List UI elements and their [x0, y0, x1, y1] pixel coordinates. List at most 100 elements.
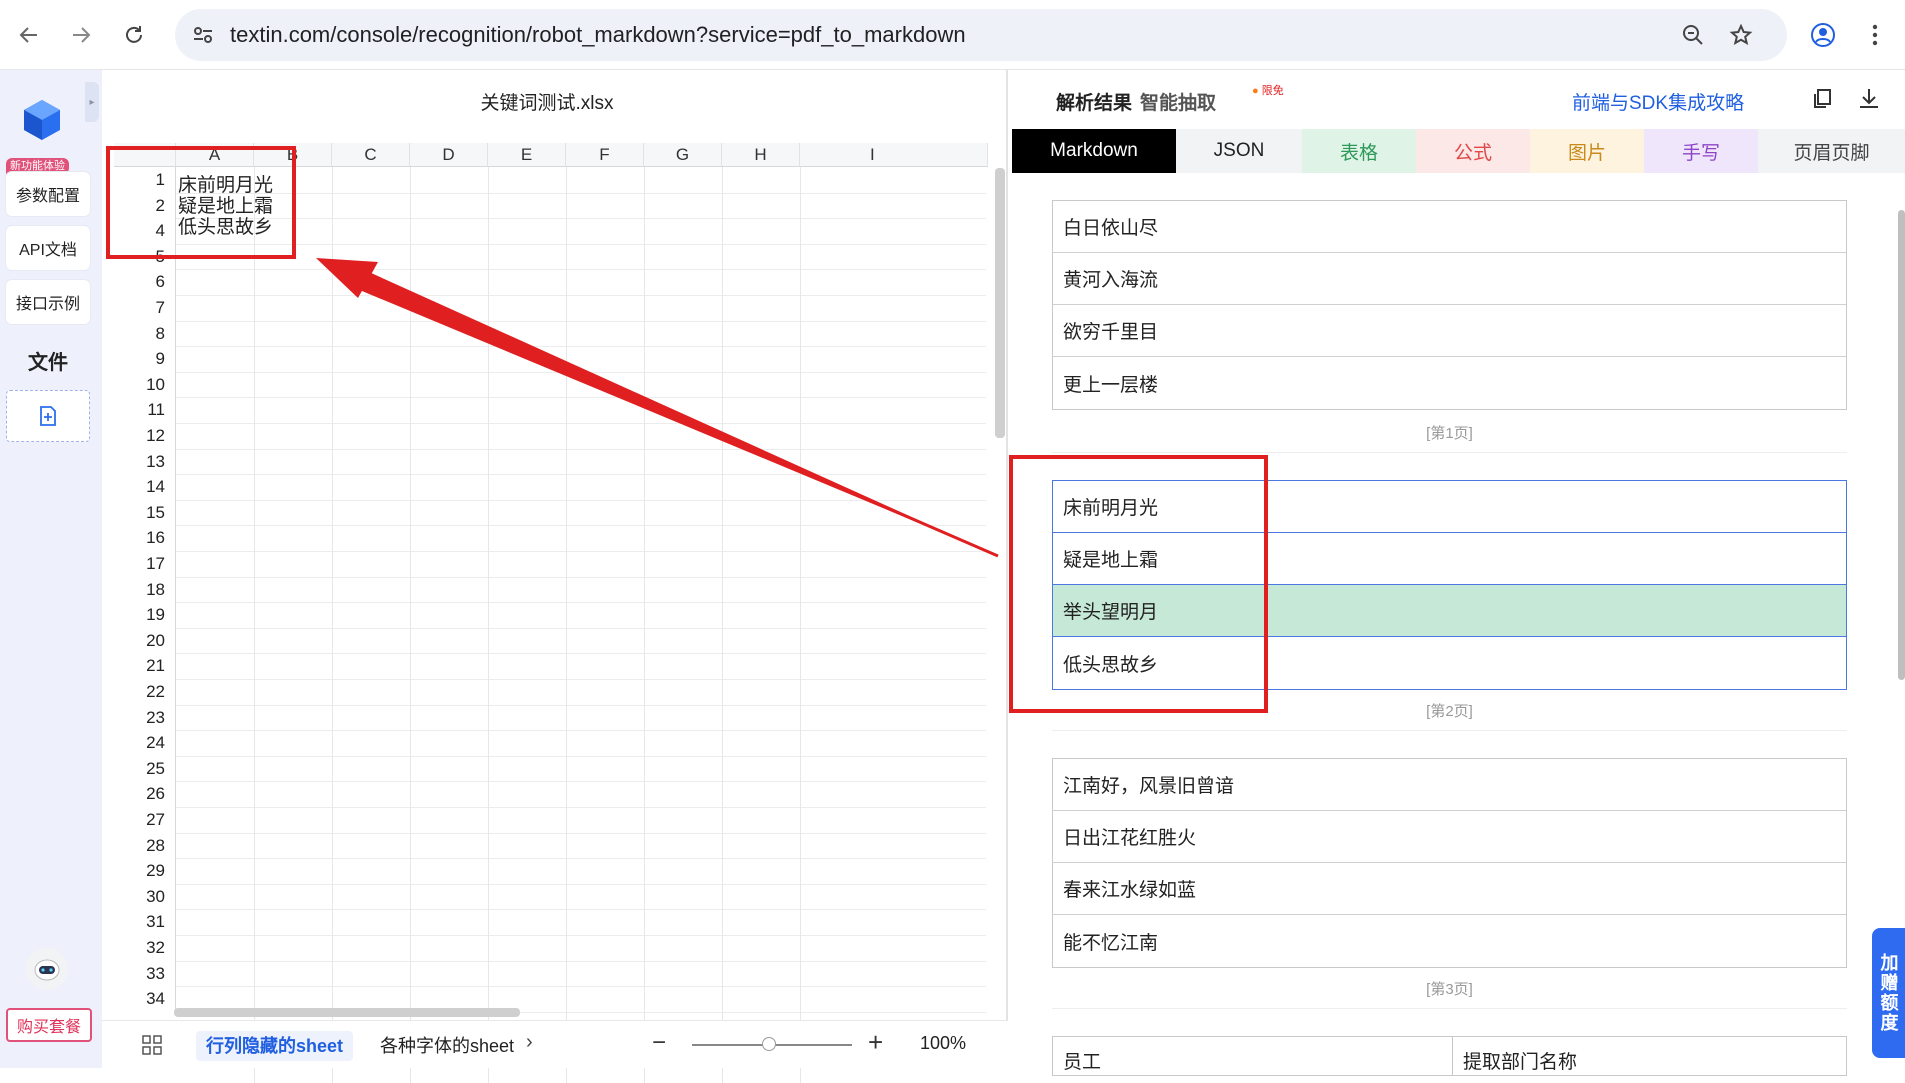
sheet-vertical-scrollbar[interactable]: [995, 168, 1005, 438]
chevron-right-icon[interactable]: ›: [526, 1031, 533, 1054]
tab-parse-result[interactable]: 解析结果: [1056, 88, 1132, 115]
grid-column-line: [254, 167, 255, 1083]
tab-json[interactable]: JSON: [1176, 129, 1302, 173]
sidebar-item-api-docs[interactable]: API文档: [6, 226, 90, 270]
browser-toolbar: textin.com/console/recognition/robot_mar…: [0, 0, 1905, 70]
download-icon[interactable]: [1856, 86, 1882, 112]
tab-table[interactable]: 表格: [1302, 129, 1416, 173]
zoom-out-button[interactable]: −: [652, 1029, 666, 1057]
row-header[interactable]: 32: [114, 935, 176, 961]
tab-handwriting[interactable]: 手写: [1644, 129, 1758, 173]
profile-button[interactable]: [1806, 18, 1840, 52]
row-header[interactable]: 24: [114, 730, 176, 756]
row-header[interactable]: 26: [114, 781, 176, 807]
grid-row-line: [176, 832, 986, 834]
sheet-horizontal-scrollbar[interactable]: [174, 1008, 520, 1017]
row-header[interactable]: 33: [114, 960, 176, 987]
row-header[interactable]: 6: [114, 269, 176, 295]
textin-logo: [24, 100, 60, 140]
row-header[interactable]: 29: [114, 858, 176, 884]
grid-row-line: [176, 346, 986, 348]
reload-button[interactable]: [117, 18, 151, 52]
page-divider: [1052, 730, 1847, 731]
grid-column-line: [332, 167, 333, 1083]
fire-icon: ●: [1252, 85, 1259, 97]
row-header[interactable]: 8: [114, 320, 176, 347]
row-header[interactable]: 12: [114, 423, 176, 449]
bonus-quota-button[interactable]: 加赠额度: [1872, 928, 1905, 1058]
row-header[interactable]: 7: [114, 295, 176, 321]
result-table-page3: 江南好，风景旧曾谙 日出江花红胜火 春来江水绿如蓝 能不忆江南: [1052, 758, 1847, 968]
row-header[interactable]: 9: [114, 346, 176, 372]
zoom-icon[interactable]: [1677, 19, 1709, 51]
column-header[interactable]: H: [722, 143, 800, 167]
row-header[interactable]: 21: [114, 653, 176, 679]
row-header[interactable]: 31: [114, 909, 176, 935]
grid-row-line: [176, 397, 986, 399]
row-header[interactable]: 18: [114, 576, 176, 603]
sheet-tab[interactable]: 各种字体的sheet: [380, 1031, 514, 1061]
arrow-left-icon: [19, 27, 37, 43]
column-header[interactable]: C: [332, 143, 410, 167]
row-header[interactable]: 13: [114, 448, 176, 475]
tab-formula[interactable]: 公式: [1416, 129, 1530, 173]
zoom-slider-handle[interactable]: [762, 1037, 776, 1051]
grid-row-line: [176, 627, 986, 629]
column-header[interactable]: G: [644, 143, 722, 167]
row-header[interactable]: 23: [114, 704, 176, 731]
address-bar[interactable]: textin.com/console/recognition/robot_mar…: [175, 9, 1787, 61]
grid-row-line: [176, 218, 986, 220]
grid-row-line: [176, 986, 986, 988]
row-header[interactable]: 34: [114, 986, 176, 1012]
zoom-in-button[interactable]: +: [868, 1027, 883, 1058]
sidebar-item-examples[interactable]: 接口示例: [6, 280, 90, 324]
browser-menu-button[interactable]: [1858, 18, 1892, 52]
grid-column-line: [800, 167, 801, 1083]
row-header[interactable]: 16: [114, 525, 176, 551]
bookmark-star-icon[interactable]: [1725, 19, 1757, 51]
tab-image[interactable]: 图片: [1530, 129, 1644, 173]
result-scrollbar[interactable]: [1898, 210, 1905, 680]
row-header[interactable]: 20: [114, 627, 176, 654]
row-header[interactable]: 17: [114, 551, 176, 577]
sidebar-collapse-toggle[interactable]: ▸: [85, 82, 99, 122]
back-button[interactable]: [12, 18, 46, 52]
row-header[interactable]: 25: [114, 755, 176, 782]
sheet-tab-active[interactable]: 行列隐藏的sheet: [196, 1031, 354, 1061]
column-header[interactable]: E: [488, 143, 566, 167]
left-sidebar: ▸ 新功能体验 参数配置 API文档 接口示例 文件 购买套餐: [0, 70, 102, 1068]
row-header[interactable]: 15: [114, 499, 176, 526]
site-settings-icon[interactable]: [187, 19, 219, 51]
table-header-cell: 员工: [1053, 1037, 1453, 1075]
table-row: 日出江花红胜火: [1053, 811, 1846, 863]
grid-row-line: [176, 653, 986, 655]
url-text[interactable]: textin.com/console/recognition/robot_mar…: [230, 22, 966, 48]
row-header[interactable]: 10: [114, 371, 176, 398]
sheet-footer: 行列隐藏的sheet 各种字体的sheet › − + 100%: [102, 1020, 1008, 1068]
sdk-guide-link[interactable]: 前端与SDK集成攻略: [1572, 88, 1744, 115]
sheet-list-icon[interactable]: [142, 1035, 162, 1055]
row-header[interactable]: 11: [114, 397, 176, 423]
column-header[interactable]: F: [566, 143, 644, 167]
forward-button[interactable]: [64, 18, 98, 52]
buy-plan-button[interactable]: 购买套餐: [6, 1008, 92, 1042]
grid-row-line: [176, 781, 986, 783]
row-header[interactable]: 27: [114, 807, 176, 833]
page-divider: [1052, 1008, 1847, 1009]
sidebar-item-params[interactable]: 参数配置: [6, 172, 90, 216]
assistant-robot-icon[interactable]: [26, 948, 68, 990]
row-header[interactable]: 19: [114, 602, 176, 628]
tab-header-footer[interactable]: 页眉页脚: [1758, 129, 1905, 173]
column-header[interactable]: I: [800, 143, 988, 167]
row-header[interactable]: 30: [114, 883, 176, 910]
copy-icon[interactable]: [1810, 86, 1836, 112]
grid-row-line: [176, 499, 986, 501]
table-row: 白日依山尽: [1053, 201, 1846, 253]
row-header[interactable]: 28: [114, 832, 176, 859]
tab-smart-extract[interactable]: 智能抽取: [1140, 88, 1216, 115]
row-header[interactable]: 14: [114, 474, 176, 500]
row-header[interactable]: 22: [114, 679, 176, 705]
column-header[interactable]: D: [410, 143, 488, 167]
upload-file-button[interactable]: [6, 390, 90, 442]
tab-markdown[interactable]: Markdown: [1012, 129, 1176, 173]
